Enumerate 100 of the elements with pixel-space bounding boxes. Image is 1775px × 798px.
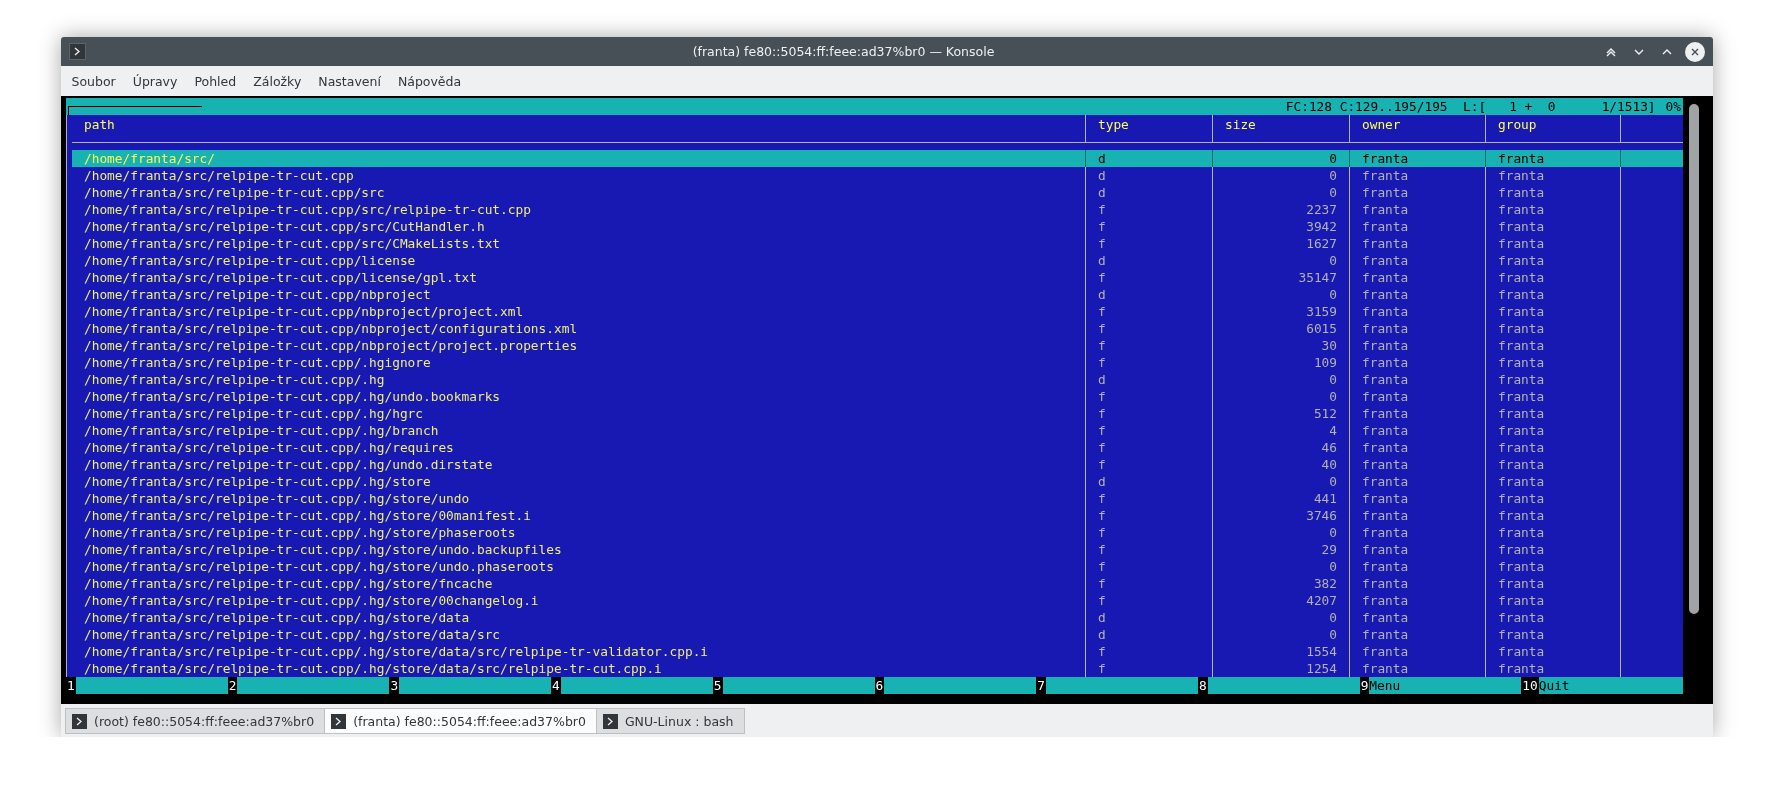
table-row[interactable]: /home/franta/src/relpipe-tr-cut.cpp/.hg/hgrc f 512 franta franta — [72, 405, 1683, 422]
table-row[interactable]: /home/franta/src/relpipe-tr-cut.cpp/src/relpipe-tr-cut.cpp f 2237 franta franta — [72, 201, 1683, 218]
function-key-label[interactable] — [399, 677, 552, 694]
function-key-label[interactable] — [237, 677, 390, 694]
status-text: FC:128 C:129..195/195 L:[ 1 + 0 1/1513] — [1285, 98, 1657, 115]
table-row[interactable]: /home/franta/src/relpipe-tr-cut.cpp/nbproject/project.xml f 3159 franta franta — [72, 303, 1683, 320]
table-row[interactable]: /home/franta/src/relpipe-tr-cut.cpp/.hg d 0 franta franta — [72, 371, 1683, 388]
table-cell: /home/franta/src/relpipe-tr-cut.cpp/src/CMakeLists.txt — [72, 235, 1086, 252]
close-button[interactable] — [1685, 41, 1705, 62]
table-row[interactable]: /home/franta/src/relpipe-tr-cut.cpp/.hg/store/00manifest.i f 3746 franta franta — [72, 507, 1683, 524]
table-row[interactable]: /home/franta/src/relpipe-tr-cut.cpp/license d 0 franta franta — [72, 252, 1683, 269]
column-header: type — [1086, 115, 1213, 143]
table-cell: f — [1086, 575, 1213, 592]
function-key-label[interactable]: Quit — [1538, 677, 1684, 694]
table-cell: franta — [1486, 201, 1621, 218]
table-cell: 2237 — [1213, 201, 1350, 218]
table-cell: /home/franta/src/relpipe-tr-cut.cpp/.hg/store/undo.backupfiles — [72, 541, 1086, 558]
terminal-tab[interactable]: GNU-Linux : bash — [595, 708, 745, 734]
table-cell: 4 — [1213, 422, 1350, 439]
table-row[interactable]: /home/franta/src/relpipe-tr-cut.cpp/.hg/store/00changelog.i f 4207 franta franta — [72, 592, 1683, 609]
table-cell: 3942 — [1213, 218, 1350, 235]
terminal-tab[interactable]: (root) fe80::5054:ff:feee:ad37%br0 — [65, 708, 326, 734]
table-row[interactable]: /home/franta/src/relpipe-tr-cut.cpp/.hg/store/data/src/relpipe-tr-validator.cpp.i f 1554 franta franta — [72, 643, 1683, 660]
table-row[interactable]: /home/franta/src/relpipe-tr-cut.cpp/.hg/store/undo.phaseroots f 0 franta franta — [72, 558, 1683, 575]
table-row[interactable]: /home/franta/src/relpipe-tr-cut.cpp/src/CMakeLists.txt f 1627 franta franta — [72, 235, 1683, 252]
table-cell: franta — [1486, 558, 1621, 575]
table-row[interactable]: /home/franta/src/relpipe-tr-cut.cpp/src d 0 franta franta — [72, 184, 1683, 201]
table-cell: d — [1086, 371, 1213, 388]
function-key-label[interactable] — [75, 677, 228, 694]
table-cell: franta — [1350, 558, 1486, 575]
selected-row[interactable]: /home/franta/src/ d 0 franta franta — [72, 150, 1683, 167]
table-cell: /home/franta/src/relpipe-tr-cut.cpp/src/CutHandler.h — [72, 218, 1086, 235]
function-key-label[interactable] — [1207, 677, 1360, 694]
table-cell: /home/franta/src/relpipe-tr-cut.cpp/.hg/store/00changelog.i — [72, 592, 1086, 609]
table-row[interactable]: /home/franta/src/relpipe-tr-cut.cpp/src/CutHandler.h f 3942 franta franta — [72, 218, 1683, 235]
menu-item[interactable]: Pohled — [185, 69, 245, 93]
table-cell: 0 — [1213, 626, 1350, 643]
menu-item[interactable]: Nápověda — [389, 69, 470, 93]
table-row[interactable]: /home/franta/src/relpipe-tr-cut.cpp/.hg/store/fncache f 382 franta franta — [72, 575, 1683, 592]
table-row[interactable]: /home/franta/src/relpipe-tr-cut.cpp/.hg/store/undo f 441 franta franta — [72, 490, 1683, 507]
close-icon — [1690, 46, 1700, 57]
table-row[interactable]: /home/franta/src/relpipe-tr-cut.cpp/.hg/store/phaseroots f 0 franta franta — [72, 524, 1683, 541]
table-row[interactable]: /home/franta/src/relpipe-tr-cut.cpp/.hg/undo.dirstate f 40 franta franta — [72, 456, 1683, 473]
table-cell: 441 — [1213, 490, 1350, 507]
function-key-label[interactable] — [884, 677, 1037, 694]
table-cell: 40 — [1213, 456, 1350, 473]
table-cell: 30 — [1213, 337, 1350, 354]
table-cell: 0 — [1213, 167, 1350, 184]
table-cell: d — [1086, 252, 1213, 269]
table-row[interactable]: /home/franta/src/relpipe-tr-cut.cpp/.hg/store/data d 0 franta franta — [72, 609, 1683, 626]
prompt-icon — [73, 47, 82, 56]
table-cell: f — [1086, 456, 1213, 473]
table-cell: franta — [1350, 218, 1486, 235]
table-cell: /home/franta/src/relpipe-tr-cut.cpp/src/relpipe-tr-cut.cpp — [72, 201, 1086, 218]
table-cell: franta — [1486, 235, 1621, 252]
table-cell: franta — [1486, 405, 1621, 422]
table-cell: franta — [1350, 337, 1486, 354]
table-row[interactable]: /home/franta/src/relpipe-tr-cut.cpp/nbproject/project.properties f 30 franta franta — [72, 337, 1683, 354]
table-row[interactable]: /home/franta/src/relpipe-tr-cut.cpp d 0 franta franta — [72, 167, 1683, 184]
menu-item[interactable]: Soubor — [63, 69, 125, 93]
function-key-label[interactable] — [722, 677, 875, 694]
menu-item[interactable]: Úpravy — [124, 69, 186, 93]
table-cell: f — [1086, 422, 1213, 439]
function-key-label[interactable] — [560, 677, 713, 694]
table-row[interactable]: /home/franta/src/relpipe-tr-cut.cpp/.hgignore f 109 franta franta — [72, 354, 1683, 371]
table-cell: franta — [1350, 354, 1486, 371]
table-cell: franta — [1350, 201, 1486, 218]
function-key-label[interactable] — [1045, 677, 1198, 694]
table-row[interactable]: /home/franta/src/relpipe-tr-cut.cpp/license/gpl.txt f 35147 franta franta — [72, 269, 1683, 286]
table-cell: franta — [1350, 269, 1486, 286]
table-cell: franta — [1486, 439, 1621, 456]
prompt-icon — [605, 716, 615, 726]
menu-item[interactable]: Záložky — [244, 69, 310, 93]
table-row[interactable]: /home/franta/src/relpipe-tr-cut.cpp/.hg/store/data/src d 0 franta franta — [72, 626, 1683, 643]
function-key-label[interactable]: Menu — [1369, 677, 1522, 694]
table-cell: /home/franta/src/ — [72, 150, 1086, 167]
table-cell: f — [1086, 405, 1213, 422]
table-cell: /home/franta/src/relpipe-tr-cut.cpp/.hg/undo.bookmarks — [72, 388, 1086, 405]
table-cell: franta — [1350, 609, 1486, 626]
table-cell: franta — [1486, 167, 1621, 184]
table-cell: /home/franta/src/relpipe-tr-cut.cpp/.hg/store — [72, 473, 1086, 490]
table-row[interactable]: /home/franta/src/relpipe-tr-cut.cpp/.hg/branch f 4 franta franta — [72, 422, 1683, 439]
table-cell: franta — [1350, 473, 1486, 490]
table-cell: f — [1086, 558, 1213, 575]
terminal-tab[interactable]: (franta) fe80::5054:ff:feee:ad37%br0 — [324, 708, 597, 734]
table-cell: franta — [1486, 643, 1621, 660]
table-cell: 46 — [1213, 439, 1350, 456]
table-cell: f — [1086, 643, 1213, 660]
table-row[interactable]: /home/franta/src/relpipe-tr-cut.cpp/nbproject d 0 franta franta — [72, 286, 1683, 303]
scrollbar[interactable] — [1689, 104, 1699, 614]
table-row[interactable]: /home/franta/src/relpipe-tr-cut.cpp/.hg/store/undo.backupfiles f 29 franta franta — [72, 541, 1683, 558]
table-row[interactable]: /home/franta/src/relpipe-tr-cut.cpp/.hg/requires f 46 franta franta — [72, 439, 1683, 456]
table-cell: franta — [1486, 575, 1621, 592]
table-cell: franta — [1486, 626, 1621, 643]
table-row[interactable]: /home/franta/src/relpipe-tr-cut.cpp/.hg/undo.bookmarks f 0 franta franta — [72, 388, 1683, 405]
table-cell: franta — [1350, 592, 1486, 609]
menu-item[interactable]: Nastavení — [309, 69, 390, 93]
table-row[interactable]: /home/franta/src/relpipe-tr-cut.cpp/.hg/store d 0 franta franta — [72, 473, 1683, 490]
table-cell: d — [1086, 609, 1213, 626]
table-row[interactable]: /home/franta/src/relpipe-tr-cut.cpp/nbproject/configurations.xml f 6015 franta franta — [72, 320, 1683, 337]
